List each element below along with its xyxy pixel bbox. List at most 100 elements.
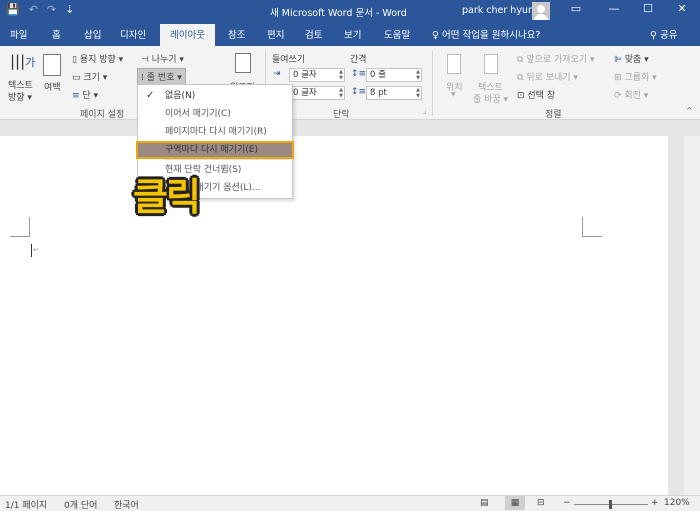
text-direction-icon: |||가 bbox=[10, 52, 36, 70]
user-name[interactable]: park cher hyun bbox=[462, 5, 534, 16]
tab-view[interactable]: 보기 bbox=[344, 27, 361, 41]
page-count[interactable]: 1/1 페이지 bbox=[5, 498, 47, 511]
tab-review[interactable]: 검토 bbox=[305, 27, 322, 41]
arrange-group-label: 정렬 bbox=[545, 110, 562, 120]
columns-button[interactable]: ≡ 단 ▾ bbox=[72, 88, 98, 101]
columns-icon: ≡ bbox=[72, 91, 83, 101]
group-button[interactable]: ⊞ 그룹화 ▾ bbox=[614, 70, 657, 83]
tab-references[interactable]: 참조 bbox=[228, 27, 245, 41]
undo-icon[interactable]: ↶ bbox=[29, 3, 38, 16]
menu-item-restart-each-section[interactable]: 구역마다 다시 매기기(E) bbox=[136, 141, 294, 159]
spinner-arrows-icon[interactable]: ▲ ▼ bbox=[339, 69, 343, 81]
web-layout-icon[interactable]: ⊟ bbox=[537, 498, 545, 508]
line-numbers-label: 줄 번호 ▾ bbox=[146, 73, 182, 83]
size-icon: ▭ bbox=[72, 73, 84, 83]
orientation-button[interactable]: ▯ 용지 방향 ▾ bbox=[72, 52, 123, 65]
read-mode-icon[interactable]: ▤ bbox=[480, 498, 489, 508]
zoom-slider-thumb[interactable] bbox=[609, 500, 612, 509]
spacing-before-input[interactable]: 0 줄 ▲ ▼ bbox=[366, 68, 422, 82]
menu-item-label: 이어서 매기기(C) bbox=[165, 109, 231, 119]
margins-icon bbox=[43, 54, 61, 76]
size-button[interactable]: ▭ 크기 ▾ bbox=[72, 70, 107, 83]
avatar[interactable] bbox=[532, 2, 550, 20]
redo-icon[interactable]: ↷ bbox=[47, 3, 56, 16]
text-cursor bbox=[31, 244, 32, 257]
check-icon: ✓ bbox=[146, 90, 155, 101]
send-backward-label: 뒤로 보내기 ▾ bbox=[526, 73, 578, 83]
spinner-arrows-icon[interactable]: ▲ ▼ bbox=[416, 69, 420, 81]
window-title: 새 Microsoft Word 문서 - Word bbox=[270, 8, 407, 19]
tab-design[interactable]: 디자인 bbox=[120, 27, 146, 41]
ribbon-separator bbox=[432, 50, 433, 116]
indent-left-icon: ⇥ bbox=[273, 69, 281, 79]
group-label: 그룹화 ▾ bbox=[624, 73, 657, 83]
spinner-arrows-icon[interactable]: ▲ ▼ bbox=[416, 87, 420, 99]
zoom-level[interactable]: 120% bbox=[664, 498, 690, 508]
tab-mailings[interactable]: 편지 bbox=[267, 27, 284, 41]
group-icon: ⊞ bbox=[614, 73, 625, 83]
print-layout-icon[interactable]: ▦ bbox=[505, 496, 525, 510]
menu-item-label: 없음(N) bbox=[165, 91, 196, 101]
text-direction-label-2: 방향 ▾ bbox=[8, 93, 32, 103]
align-button[interactable]: ⊫ 맞춤 ▾ bbox=[614, 52, 649, 65]
send-backward-button[interactable]: ⧉ 뒤로 보내기 ▾ bbox=[517, 70, 578, 83]
menu-item-label: 페이지마다 다시 매기기(R) bbox=[165, 127, 267, 137]
ribbon-display-options-icon[interactable]: ▭ bbox=[566, 2, 586, 15]
tell-me-text: 어떤 작업을 원하시나요? bbox=[441, 30, 541, 41]
minimize-button[interactable]: — bbox=[604, 2, 624, 15]
tab-insert[interactable]: 삽입 bbox=[84, 27, 101, 41]
maximize-button[interactable]: ☐ bbox=[638, 2, 658, 15]
language-indicator[interactable]: 한국어 bbox=[114, 498, 139, 511]
line-numbers-button[interactable]: ⁞ 줄 번호 ▾ bbox=[137, 68, 186, 85]
indent-left-input[interactable]: 0 글자 ▲ ▼ bbox=[289, 68, 345, 82]
bring-forward-icon: ⧉ bbox=[517, 55, 527, 65]
share-button[interactable]: ⚲ 공유 bbox=[650, 27, 677, 41]
wrap-text-label-2: 줄 바꿈 ▾ bbox=[473, 95, 509, 105]
page-setup-group-label: 페이지 설정 bbox=[80, 110, 125, 120]
menu-item-continuous[interactable]: 이어서 매기기(C) bbox=[138, 105, 292, 123]
manuscript-icon bbox=[235, 53, 251, 73]
customize-qat-icon[interactable]: ⇣ bbox=[65, 3, 74, 16]
tab-file[interactable]: 파일 bbox=[10, 27, 27, 41]
document-page[interactable] bbox=[0, 136, 668, 495]
paragraph-dialog-launcher-icon[interactable]: ⌟ bbox=[423, 107, 426, 115]
indent-left-value: 0 글자 bbox=[293, 70, 317, 80]
breaks-label: 나누기 ▾ bbox=[151, 55, 184, 65]
title-bar: 💾 ↶ ↷ ⇣ 새 Microsoft Word 문서 - Word park … bbox=[0, 0, 700, 22]
save-icon[interactable]: 💾 bbox=[6, 3, 20, 16]
tab-help[interactable]: 도움말 bbox=[384, 27, 410, 41]
breaks-button[interactable]: ⊣ 나누기 ▾ bbox=[141, 52, 184, 65]
breaks-icon: ⊣ bbox=[141, 55, 152, 65]
click-annotation: 클릭 bbox=[133, 175, 201, 219]
indent-right-input[interactable]: 0 글자 ▲ ▼ bbox=[289, 86, 345, 100]
tell-me-search[interactable]: ♀ 어떤 작업을 원하시나요? bbox=[432, 27, 540, 41]
paragraph-mark-icon: ↵ bbox=[33, 246, 39, 254]
indent-label: 들여쓰기 bbox=[272, 55, 306, 65]
position-icon bbox=[447, 54, 461, 74]
spinner-arrows-icon[interactable]: ▲ ▼ bbox=[339, 87, 343, 99]
menu-item-restart-each-page[interactable]: 페이지마다 다시 매기기(R) bbox=[138, 123, 292, 141]
tab-home[interactable]: 홈 bbox=[52, 27, 61, 41]
zoom-in-button[interactable]: + bbox=[651, 498, 659, 508]
share-label: 공유 bbox=[659, 30, 678, 41]
spacing-before-icon: ↕≡ bbox=[351, 69, 367, 79]
rotate-button[interactable]: ⟳ 회전 ▾ bbox=[614, 88, 648, 101]
menu-item-none[interactable]: ✓ 없음(N) bbox=[138, 87, 292, 105]
vertical-scrollbar[interactable] bbox=[684, 136, 700, 495]
spacing-after-input[interactable]: 8 pt ▲ ▼ bbox=[366, 86, 422, 100]
size-label: 크기 ▾ bbox=[83, 73, 108, 83]
zoom-out-button[interactable]: − bbox=[563, 498, 571, 508]
orientation-label: 용지 방향 ▾ bbox=[79, 55, 124, 65]
menu-separator bbox=[164, 159, 290, 160]
close-button[interactable]: ✕ bbox=[672, 2, 692, 15]
menu-item-label: 구역마다 다시 매기기(E) bbox=[165, 145, 258, 155]
bring-forward-button[interactable]: ⧉ 앞으로 가져오기 ▾ bbox=[517, 52, 595, 65]
crop-mark-top-left bbox=[10, 217, 30, 237]
orientation-icon: ▯ bbox=[72, 55, 80, 65]
selection-pane-button[interactable]: ⊡ 선택 창 bbox=[517, 88, 555, 101]
selection-pane-icon: ⊡ bbox=[517, 91, 528, 101]
word-count[interactable]: 0개 단어 bbox=[64, 498, 97, 511]
spacing-before-value: 0 줄 bbox=[370, 70, 386, 80]
tab-layout[interactable]: 레이아웃 bbox=[160, 24, 215, 46]
collapse-ribbon-icon[interactable]: ^ bbox=[686, 106, 693, 115]
